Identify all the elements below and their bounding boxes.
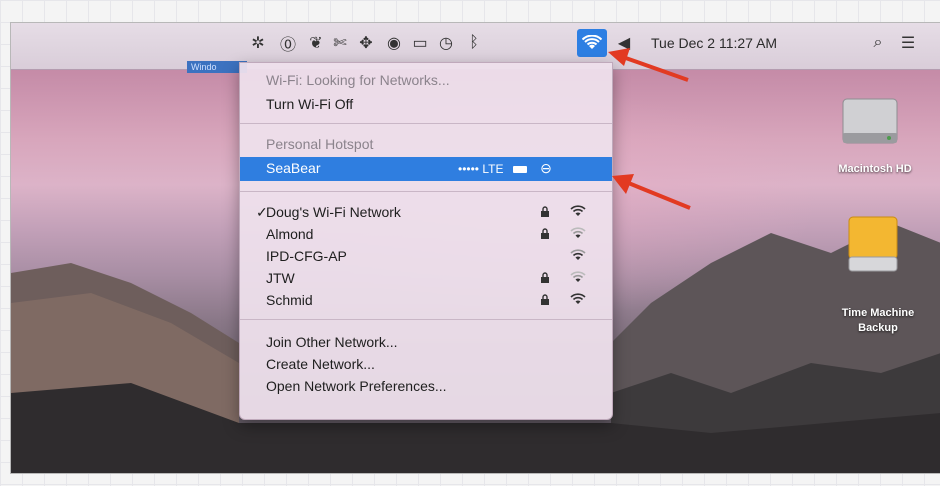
wifi-signal-icon [570, 227, 586, 238]
time-machine-label: Time Machine [841, 307, 915, 319]
search-icon[interactable]: ⌕ [867, 32, 889, 54]
separator [240, 191, 612, 192]
airplay-icon[interactable]: ▭ [409, 32, 431, 54]
wifi-signal-icon [570, 271, 586, 282]
separator [240, 319, 612, 320]
hotspot-seabear[interactable]: SeaBear ••••• LTE ⊖ [240, 157, 612, 181]
time-machine-icon[interactable]: ◷ [435, 32, 457, 54]
hotspot-network-type: LTE [482, 162, 504, 176]
evernote-icon[interactable]: ❦ [305, 32, 327, 54]
create-network[interactable]: Create Network... [240, 353, 612, 375]
record-icon[interactable]: ◉ [383, 32, 405, 54]
macintosh-hd-label: Macintosh HD [838, 163, 912, 175]
lock-icon [541, 272, 549, 283]
bluetooth-icon[interactable]: ᛒ [463, 32, 485, 54]
gremlin-icon[interactable]: ✲ [247, 32, 269, 54]
network-icon[interactable]: ✥ [355, 32, 377, 54]
battery-icon [512, 166, 527, 174]
lock-icon [541, 228, 549, 239]
network-item[interactable]: Almond [240, 223, 612, 245]
wifi-status: Wi-Fi: Looking for Networks... [266, 72, 450, 88]
hotspot-signal: ••••• [458, 162, 480, 176]
list-icon[interactable]: ☰ [897, 32, 919, 54]
one-password-icon[interactable]: ⓪ [277, 32, 299, 54]
macintosh-hd-icon[interactable] [839, 93, 901, 147]
time-machine-label-line2: Backup [858, 322, 898, 334]
network-item[interactable]: Schmid [240, 289, 612, 311]
annotation-arrow-hotspot [612, 174, 691, 210]
network-item[interactable]: IPD-CFG-AP [240, 245, 612, 267]
join-other-network[interactable]: Join Other Network... [240, 331, 612, 353]
lock-icon [541, 294, 549, 305]
hotspot-header: Personal Hotspot [266, 136, 374, 152]
window-title-fragment: Windo [187, 61, 247, 73]
wifi-signal-icon [570, 205, 586, 216]
wifi-menu: Wi-Fi: Looking for Networks... Turn Wi-F… [239, 62, 613, 420]
time-machine-backup-icon[interactable] [845, 213, 901, 277]
wifi-signal-icon [570, 293, 586, 304]
separator [240, 123, 612, 124]
open-network-preferences[interactable]: Open Network Preferences... [240, 375, 612, 397]
network-item[interactable]: JTW [240, 267, 612, 289]
lock-icon [541, 206, 549, 217]
link-icon: ⊖ [540, 160, 552, 176]
turn-wifi-off[interactable]: Turn Wi-Fi Off [240, 93, 612, 115]
wifi-signal-icon [570, 249, 586, 260]
annotation-arrow-wifi [608, 48, 689, 82]
screenshot-frame: ✲ ⓪ ❦ ✄ ✥ ◉ ▭ ◷ ᛒ ◀ Tue Dec 2 11:27 AM ⌕… [10, 22, 940, 474]
crossover-icon[interactable]: ✄ [329, 32, 351, 54]
network-item[interactable]: ✓ Doug's Wi-Fi Network [240, 201, 612, 223]
